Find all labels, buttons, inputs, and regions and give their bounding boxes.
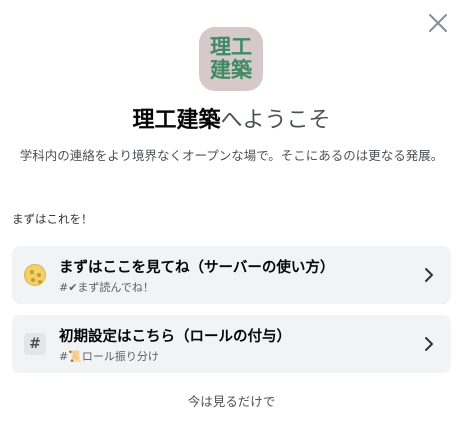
welcome-title: 理工建築へようこそ bbox=[0, 106, 463, 136]
chevron-right-icon bbox=[421, 267, 437, 283]
close-button[interactable] bbox=[427, 12, 449, 34]
server-name: 理工建築 bbox=[132, 108, 221, 133]
welcome-text: へようこそ bbox=[220, 108, 331, 133]
channel-card-subtitle: #📜ロール振り分け bbox=[59, 350, 159, 363]
hash-icon: # bbox=[24, 333, 46, 355]
close-icon bbox=[429, 14, 447, 32]
cookie-emoji-icon bbox=[24, 264, 46, 286]
channel-card-title: 初期設定はこちら（ロールの付与） bbox=[59, 329, 291, 345]
channel-card-guide[interactable]: まずはここを見てね（サーバーの使い方） #✔まず読んでね！ bbox=[12, 246, 451, 304]
server-description: 学科内の連絡をより境界なくオープンな場で。そこにあるのは更なる発展。 bbox=[19, 148, 444, 163]
server-icon-line-1: 理工 bbox=[210, 35, 252, 59]
channel-card-roles[interactable]: # 初期設定はこちら（ロールの付与） #📜ロール振り分け bbox=[12, 315, 451, 373]
channel-card-title: まずはここを見てね（サーバーの使い方） bbox=[59, 260, 335, 276]
chevron-right-icon bbox=[421, 336, 437, 352]
section-label: まずはこれを！ bbox=[12, 212, 93, 226]
skip-link[interactable]: 今は見るだけで bbox=[0, 391, 463, 410]
server-icon: 理工 建築 bbox=[199, 27, 263, 91]
channel-card-subtitle: #✔まず読んでね！ bbox=[59, 281, 154, 294]
server-icon-line-2: 建築 bbox=[210, 58, 252, 82]
